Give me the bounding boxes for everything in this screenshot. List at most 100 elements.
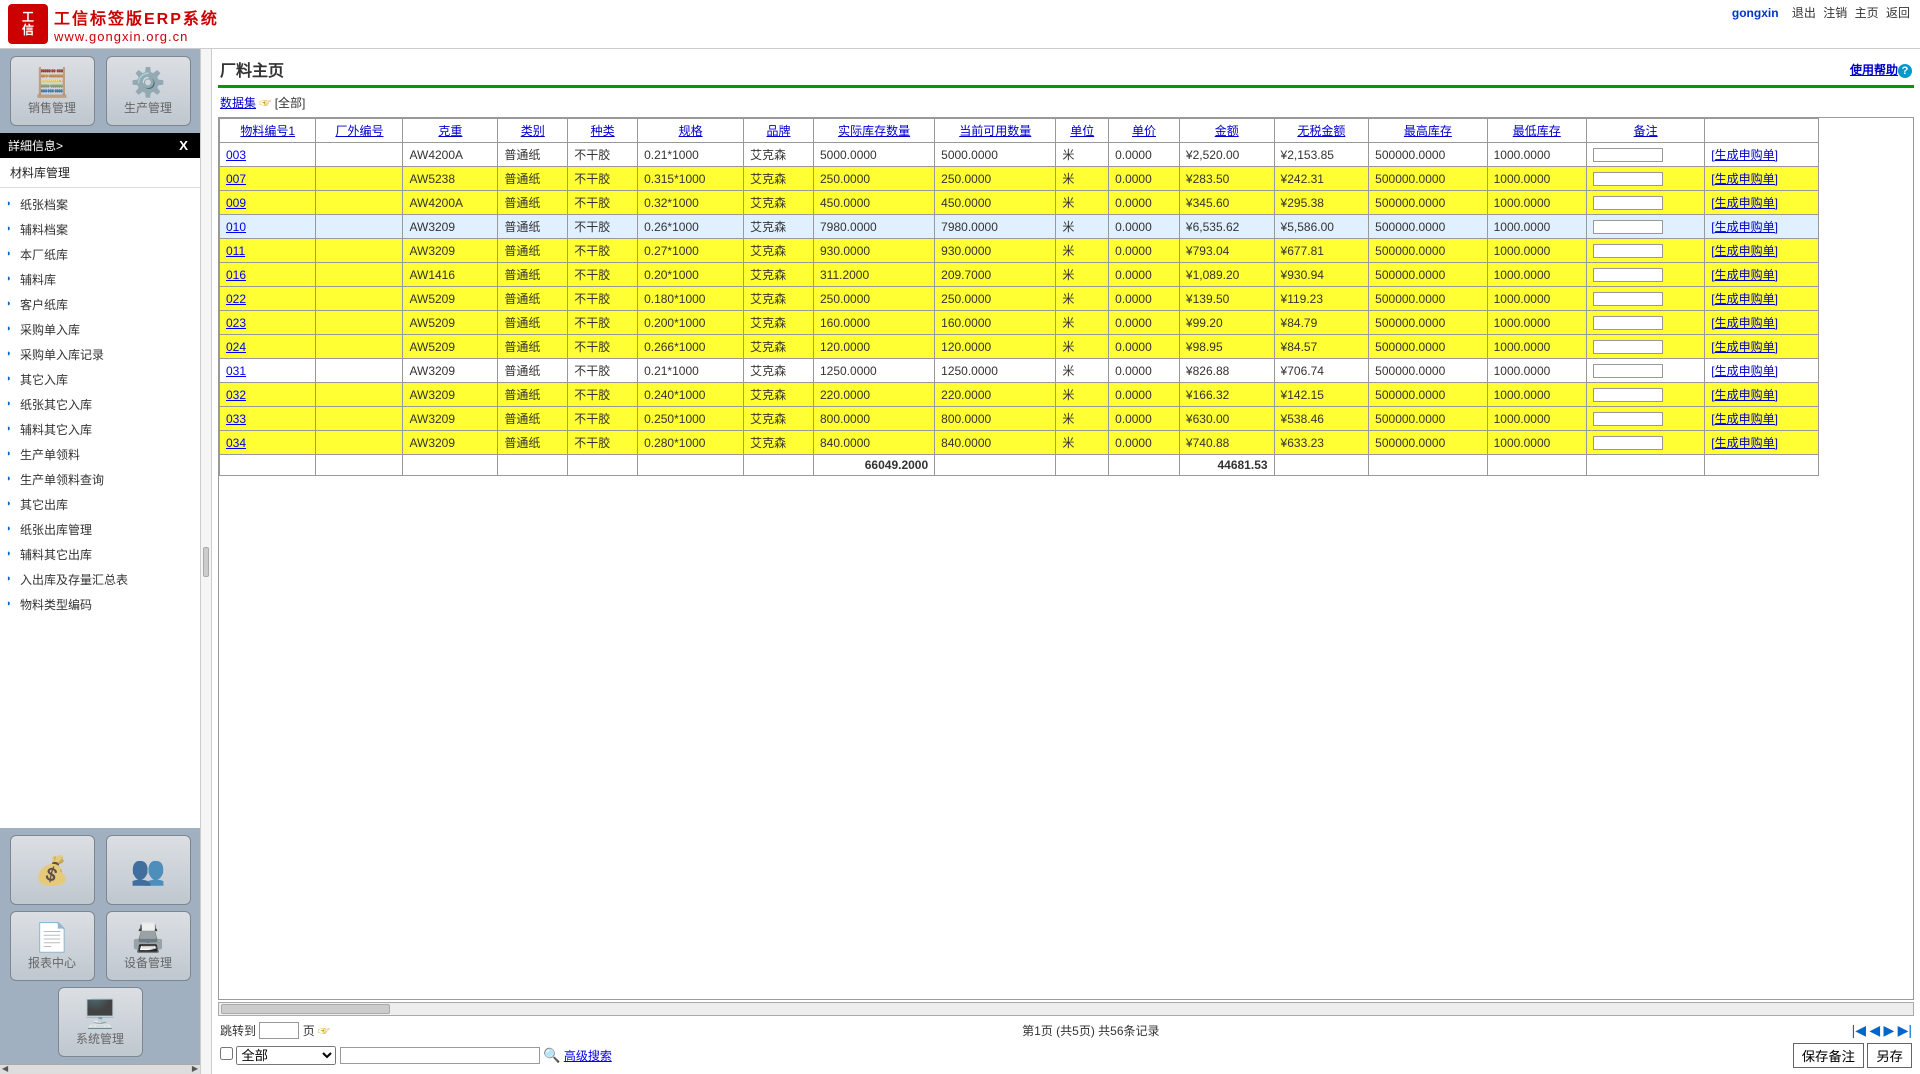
generate-po-link[interactable]: [生成申购单] <box>1711 364 1778 378</box>
col-header[interactable]: 规格 <box>638 119 744 143</box>
generate-po-link[interactable]: [生成申购单] <box>1711 340 1778 354</box>
col-header[interactable] <box>1705 119 1819 143</box>
search-checkbox[interactable] <box>220 1047 233 1060</box>
material-id-link[interactable]: 023 <box>226 316 246 330</box>
sidebar-item[interactable]: 辅料档案 <box>0 217 200 242</box>
search-field-select[interactable]: 全部 <box>236 1046 336 1065</box>
prev-page-icon[interactable]: ◀ <box>1869 1022 1880 1038</box>
generate-po-link[interactable]: [生成申购单] <box>1711 292 1778 306</box>
generate-po-link[interactable]: [生成申购单] <box>1711 412 1778 426</box>
table-row[interactable]: 010AW3209普通纸不干胶0.26*1000艾克森7980.00007980… <box>220 215 1819 239</box>
sidebar-splitter[interactable] <box>200 49 212 1074</box>
link-back[interactable]: 返回 <box>1886 6 1910 20</box>
table-row[interactable]: 011AW3209普通纸不干胶0.27*1000艾克森930.0000930.0… <box>220 239 1819 263</box>
module-icon[interactable]: 🖨️设备管理 <box>106 911 191 981</box>
table-container[interactable]: 物料编号1厂外编号克重类别种类规格品牌实际库存数量当前可用数量单位单价金额无税金… <box>218 117 1914 1000</box>
sidebar-item[interactable]: 物料类型编码 <box>0 592 200 617</box>
save-as-button[interactable]: 另存 <box>1867 1043 1912 1068</box>
col-header[interactable]: 实际库存数量 <box>813 119 934 143</box>
material-id-link[interactable]: 033 <box>226 412 246 426</box>
sidebar-item[interactable]: 入出库及存量汇总表 <box>0 567 200 592</box>
col-header[interactable]: 最低库存 <box>1487 119 1586 143</box>
module-icon[interactable]: 📄报表中心 <box>10 911 95 981</box>
link-logout[interactable]: 退出 <box>1792 6 1816 20</box>
module-icon[interactable]: 👥 <box>106 835 191 905</box>
module-icon[interactable]: 🖥️系统管理 <box>58 987 143 1057</box>
col-header[interactable]: 当前可用数量 <box>935 119 1056 143</box>
remark-input[interactable] <box>1593 364 1663 378</box>
remark-input[interactable] <box>1593 436 1663 450</box>
sidebar-item[interactable]: 纸张其它入库 <box>0 392 200 417</box>
table-row[interactable]: 003AW4200A普通纸不干胶0.21*1000艾克森5000.0000500… <box>220 143 1819 167</box>
generate-po-link[interactable]: [生成申购单] <box>1711 148 1778 162</box>
material-id-link[interactable]: 003 <box>226 148 246 162</box>
material-id-link[interactable]: 010 <box>226 220 246 234</box>
remark-input[interactable] <box>1593 388 1663 402</box>
sidebar-item[interactable]: 生产单领料查询 <box>0 467 200 492</box>
sidebar-item[interactable]: 本厂纸库 <box>0 242 200 267</box>
close-icon[interactable]: X <box>175 138 192 153</box>
remark-input[interactable] <box>1593 172 1663 186</box>
last-page-icon[interactable]: ▶| <box>1898 1022 1912 1038</box>
sidebar-item[interactable]: 客户纸库 <box>0 292 200 317</box>
sidebar-item[interactable]: 纸张出库管理 <box>0 517 200 542</box>
remark-input[interactable] <box>1593 220 1663 234</box>
dataset-link[interactable]: 数据集 <box>220 96 256 110</box>
generate-po-link[interactable]: [生成申购单] <box>1711 316 1778 330</box>
sidebar-item[interactable]: 采购单入库记录 <box>0 342 200 367</box>
sidebar-item[interactable]: 其它出库 <box>0 492 200 517</box>
remark-input[interactable] <box>1593 148 1663 162</box>
generate-po-link[interactable]: [生成申购单] <box>1711 220 1778 234</box>
remark-input[interactable] <box>1593 268 1663 282</box>
table-row[interactable]: 033AW3209普通纸不干胶0.250*1000艾克森800.0000800.… <box>220 407 1819 431</box>
sidebar-item[interactable]: 采购单入库 <box>0 317 200 342</box>
col-header[interactable]: 厂外编号 <box>316 119 403 143</box>
table-row[interactable]: 016AW1416普通纸不干胶0.20*1000艾克森311.2000209.7… <box>220 263 1819 287</box>
first-page-icon[interactable]: |◀ <box>1852 1022 1866 1038</box>
module-icon[interactable]: ⚙️生产管理 <box>106 56 191 126</box>
table-row[interactable]: 032AW3209普通纸不干胶0.240*1000艾克森220.0000220.… <box>220 383 1819 407</box>
col-header[interactable]: 种类 <box>568 119 638 143</box>
table-h-scrollbar[interactable] <box>218 1002 1914 1016</box>
save-remark-button[interactable]: 保存备注 <box>1793 1043 1864 1068</box>
sidebar-item[interactable]: 其它入库 <box>0 367 200 392</box>
sidebar-item[interactable]: 辅料库 <box>0 267 200 292</box>
generate-po-link[interactable]: [生成申购单] <box>1711 388 1778 402</box>
remark-input[interactable] <box>1593 196 1663 210</box>
table-row[interactable]: 023AW5209普通纸不干胶0.200*1000艾克森160.0000160.… <box>220 311 1819 335</box>
generate-po-link[interactable]: [生成申购单] <box>1711 172 1778 186</box>
col-header[interactable]: 物料编号1 <box>220 119 316 143</box>
remark-input[interactable] <box>1593 340 1663 354</box>
remark-input[interactable] <box>1593 244 1663 258</box>
generate-po-link[interactable]: [生成申购单] <box>1711 244 1778 258</box>
material-id-link[interactable]: 016 <box>226 268 246 282</box>
generate-po-link[interactable]: [生成申购单] <box>1711 436 1778 450</box>
col-header[interactable]: 单位 <box>1056 119 1109 143</box>
help-link[interactable]: 使用帮助? <box>1850 61 1912 78</box>
scrollbar-thumb[interactable] <box>221 1004 390 1014</box>
material-id-link[interactable]: 034 <box>226 436 246 450</box>
next-page-icon[interactable]: ▶ <box>1883 1022 1894 1038</box>
remark-input[interactable] <box>1593 412 1663 426</box>
module-icon[interactable]: 🧮销售管理 <box>10 56 95 126</box>
material-id-link[interactable]: 009 <box>226 196 246 210</box>
col-header[interactable]: 金额 <box>1179 119 1274 143</box>
table-row[interactable]: 022AW5209普通纸不干胶0.180*1000艾克森250.0000250.… <box>220 287 1819 311</box>
table-row[interactable]: 034AW3209普通纸不干胶0.280*1000艾克森840.0000840.… <box>220 431 1819 455</box>
generate-po-link[interactable]: [生成申购单] <box>1711 268 1778 282</box>
link-home[interactable]: 主页 <box>1855 6 1879 20</box>
col-header[interactable]: 备注 <box>1586 119 1704 143</box>
col-header[interactable]: 品牌 <box>744 119 814 143</box>
col-header[interactable]: 单价 <box>1109 119 1180 143</box>
material-id-link[interactable]: 032 <box>226 388 246 402</box>
sidebar-item[interactable]: 生产单领料 <box>0 442 200 467</box>
table-row[interactable]: 007AW5238普通纸不干胶0.315*1000艾克森250.0000250.… <box>220 167 1819 191</box>
table-row[interactable]: 031AW3209普通纸不干胶0.21*1000艾克森1250.00001250… <box>220 359 1819 383</box>
generate-po-link[interactable]: [生成申购单] <box>1711 196 1778 210</box>
sidebar-item[interactable]: 纸张档案 <box>0 192 200 217</box>
link-signout[interactable]: 注销 <box>1823 6 1847 20</box>
jump-page-input[interactable] <box>259 1022 299 1039</box>
search-input[interactable] <box>340 1047 540 1064</box>
remark-input[interactable] <box>1593 316 1663 330</box>
col-header[interactable]: 最高库存 <box>1369 119 1487 143</box>
